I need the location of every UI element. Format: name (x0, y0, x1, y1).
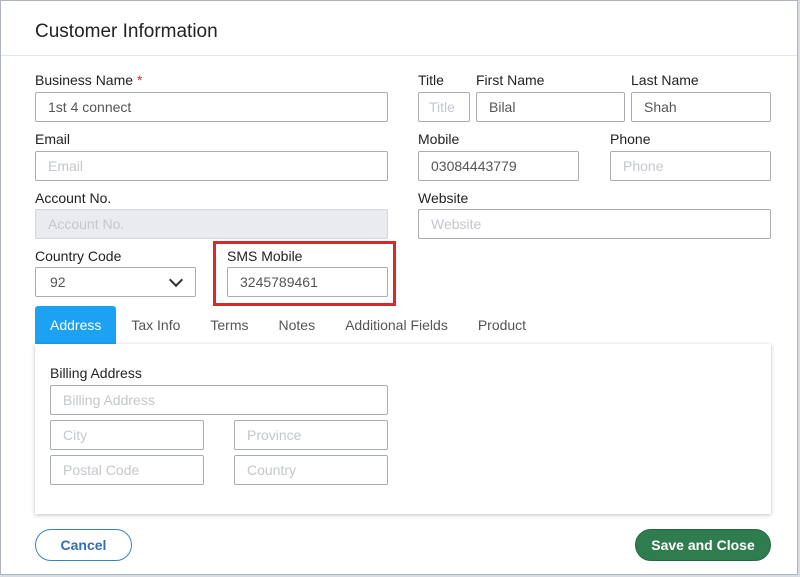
required-mark: * (136, 72, 143, 88)
email-label: Email (35, 131, 71, 147)
mobile-label: Mobile (418, 131, 460, 147)
city-input[interactable] (50, 420, 204, 450)
save-and-close-button[interactable]: Save and Close (635, 529, 771, 561)
account-no-input (35, 209, 388, 239)
account-no-label: Account No. (35, 190, 112, 206)
billing-address-label: Billing Address (50, 365, 142, 381)
phone-label: Phone (610, 131, 651, 147)
chevron-down-icon (168, 272, 184, 288)
sms-mobile-input[interactable] (227, 267, 388, 297)
billing-address-input[interactable] (50, 385, 388, 415)
country-code-select[interactable]: 92 (35, 267, 196, 297)
mobile-input[interactable] (418, 151, 579, 181)
tab-address[interactable]: Address (35, 306, 117, 344)
first-name-input[interactable] (476, 92, 625, 122)
postal-code-input[interactable] (50, 455, 204, 485)
country-input[interactable] (234, 455, 388, 485)
customer-information-dialog: Customer Information Business Name * Tit… (0, 0, 798, 575)
sms-mobile-label: SMS Mobile (227, 248, 303, 264)
address-panel: Billing Address (35, 344, 771, 514)
business-name-input[interactable] (35, 92, 388, 122)
title-label: Title (418, 72, 444, 88)
first-name-label: First Name (476, 72, 545, 88)
website-input[interactable] (418, 209, 771, 239)
title-input[interactable] (418, 92, 470, 122)
tab-tax-info[interactable]: Tax Info (116, 306, 195, 344)
tab-additional-fields[interactable]: Additional Fields (330, 306, 463, 344)
email-input[interactable] (35, 151, 388, 181)
phone-input[interactable] (610, 151, 771, 181)
province-input[interactable] (234, 420, 388, 450)
last-name-label: Last Name (631, 72, 699, 88)
country-code-value: 92 (50, 274, 66, 290)
business-name-label: Business Name * (35, 72, 143, 88)
country-code-label: Country Code (35, 248, 122, 264)
tab-bar: Address Tax Info Terms Notes Additional … (35, 306, 541, 344)
tab-terms[interactable]: Terms (195, 306, 263, 344)
tab-product[interactable]: Product (463, 306, 541, 344)
dialog-title: Customer Information (35, 21, 218, 42)
last-name-input[interactable] (631, 92, 771, 122)
title-divider (1, 55, 797, 56)
website-label: Website (418, 190, 469, 206)
tab-notes[interactable]: Notes (264, 306, 331, 344)
cancel-button[interactable]: Cancel (35, 529, 132, 561)
